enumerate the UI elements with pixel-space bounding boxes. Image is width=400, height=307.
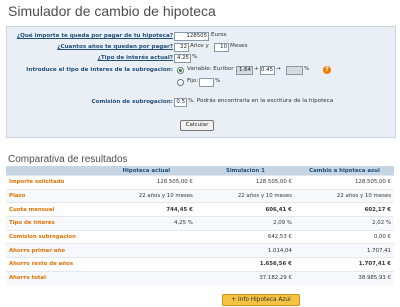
variable-radio[interactable] bbox=[177, 67, 184, 74]
current-mortgage-cell: 22 años y 10 meses bbox=[96, 188, 196, 203]
commission-input[interactable]: 0.5 bbox=[174, 98, 187, 107]
row-label: Comision subrogacion bbox=[6, 229, 97, 244]
page-title: Simulador de cambio de hipoteca bbox=[8, 3, 216, 19]
commission-note: %. Podrás encontrarla en la escritura de… bbox=[188, 98, 334, 104]
calculate-button[interactable]: Calcular bbox=[180, 120, 214, 131]
years-label: ¿Cuantos años te quedan por pagar? bbox=[57, 43, 173, 52]
current-mortgage-cell: 4,25 % bbox=[96, 216, 196, 231]
years-question-link[interactable]: ¿Cuantos años te quedan por pagar? bbox=[57, 44, 173, 50]
blue-mortgage-cell: 22 años y 10 meses bbox=[294, 188, 394, 203]
owed-amount-input[interactable]: 128505 bbox=[174, 32, 209, 41]
arrow-icon: → bbox=[276, 66, 281, 72]
years-unit: Años y bbox=[190, 43, 209, 49]
simulation-1-cell: 642,53 € bbox=[195, 229, 295, 244]
simulation-1-cell: 128.505,00 € bbox=[195, 175, 295, 190]
blue-mortgage-cell: 602,17 € bbox=[294, 202, 394, 217]
info-blue-mortgage-button[interactable]: + Info Hipoteca Azul bbox=[222, 294, 300, 306]
simulation-1-cell: 1.656,56 € bbox=[195, 257, 295, 272]
table-row: Tipo de interés 4,25 % 2,09 % 2,02 % bbox=[6, 216, 394, 231]
header-blue-mortgage: Cambio a hipoteca azul bbox=[294, 166, 394, 176]
rate-question-link[interactable]: ¿Tipo de interés actual? bbox=[98, 55, 173, 61]
blue-mortgage-cell: 2,02 % bbox=[294, 216, 394, 231]
table-header-row: Hipoteca actual Simulación 1 Cambio a hi… bbox=[6, 166, 394, 176]
header-current-mortgage: Hipoteca actual bbox=[96, 166, 196, 176]
euribor-input[interactable]: 1.64 bbox=[236, 66, 253, 75]
result-rate-field bbox=[286, 66, 303, 75]
months-unit: Meses bbox=[230, 43, 248, 49]
blue-mortgage-cell: 0,00 € bbox=[294, 229, 394, 244]
help-icon[interactable]: ? bbox=[323, 66, 331, 74]
variable-label: Variable: Euribor bbox=[187, 66, 234, 72]
owed-question-link[interactable]: ¿Qué importe te queda por pagar de tu hi… bbox=[17, 33, 173, 39]
months-input[interactable]: 10 bbox=[214, 43, 229, 52]
current-rate-input[interactable]: 4.25 bbox=[174, 54, 191, 63]
row-label: Ahorro resto de años bbox=[6, 257, 97, 272]
table-row: Ahorro total 37.182,29 €38.985,93 € bbox=[6, 270, 394, 285]
row-label: Ahorro primer año bbox=[6, 243, 97, 258]
current-mortgage-cell bbox=[96, 257, 196, 272]
row-label: Cuota mensual bbox=[6, 202, 97, 217]
blue-mortgage-cell: 128.505,00 € bbox=[294, 175, 394, 190]
commission-label: Comisión de subrogacion: bbox=[91, 99, 173, 105]
owed-unit: Euros bbox=[211, 32, 227, 38]
blue-mortgage-cell: 38.985,93 € bbox=[294, 270, 394, 285]
fixed-label: Fijo: bbox=[187, 78, 199, 84]
table-row: Ahorro primer año 1.014,04 1.707,41 bbox=[6, 243, 394, 258]
row-label: Plazo bbox=[6, 188, 97, 203]
plus-sign: + bbox=[254, 66, 259, 72]
subrogation-label: Introduce el tipo de interes de la subro… bbox=[26, 67, 173, 73]
current-mortgage-cell bbox=[96, 229, 196, 244]
rate-label: ¿Tipo de interés actual? bbox=[98, 54, 173, 63]
header-blank bbox=[6, 166, 97, 176]
simulator-form: ¿Qué importe te queda por pagar de tu hi… bbox=[6, 26, 396, 138]
blue-mortgage-cell: 1.707,41 € bbox=[294, 257, 394, 272]
row-label: Tipo de interés bbox=[6, 216, 97, 231]
table-row: Comision subrogacion 642,53 €0,00 € bbox=[6, 229, 394, 244]
simulation-1-cell: 2,09 % bbox=[195, 216, 295, 231]
row-label: Ahorro total bbox=[6, 270, 97, 285]
years-input[interactable]: 22 bbox=[174, 43, 189, 52]
fixed-unit: % bbox=[215, 78, 221, 84]
table-row: Ahorro resto de años 1.656,56 €1.707,41 € bbox=[6, 257, 394, 272]
result-rate-unit: % bbox=[304, 66, 310, 72]
current-mortgage-cell: 744,45 € bbox=[96, 202, 196, 217]
header-simulation-1: Simulación 1 bbox=[195, 166, 295, 176]
current-mortgage-cell bbox=[96, 243, 196, 258]
fixed-radio[interactable] bbox=[177, 79, 184, 86]
simulation-1-cell: 22 años y 10 meses bbox=[195, 188, 295, 203]
spread-input[interactable]: 0.45 bbox=[260, 66, 275, 75]
simulation-1-cell: 1.014,04 bbox=[195, 243, 295, 258]
table-row: Cuota mensual 744,45 €606,41 €602,17 € bbox=[6, 202, 394, 217]
current-mortgage-cell: 128.505,00 € bbox=[96, 175, 196, 190]
current-mortgage-cell bbox=[96, 270, 196, 285]
table-row: Plazo 22 años y 10 meses 22 años y 10 mese… bbox=[6, 188, 394, 203]
results-section-title: Comparativa de resultados bbox=[8, 154, 128, 165]
fixed-rate-input[interactable] bbox=[199, 78, 214, 87]
blue-mortgage-cell: 1.707,41 bbox=[294, 243, 394, 258]
owed-label: ¿Qué importe te queda por pagar de tu hi… bbox=[17, 32, 173, 41]
simulation-1-cell: 37.182,29 € bbox=[195, 270, 295, 285]
simulation-1-cell: 606,41 € bbox=[195, 202, 295, 217]
table-row: Importe solicitado 128.505,00 €128.505,00… bbox=[6, 175, 394, 190]
results-table: Hipoteca actual Simulación 1 Cambio a hi… bbox=[6, 166, 394, 285]
rate-unit: % bbox=[192, 54, 198, 60]
row-label: Importe solicitado bbox=[6, 175, 97, 190]
